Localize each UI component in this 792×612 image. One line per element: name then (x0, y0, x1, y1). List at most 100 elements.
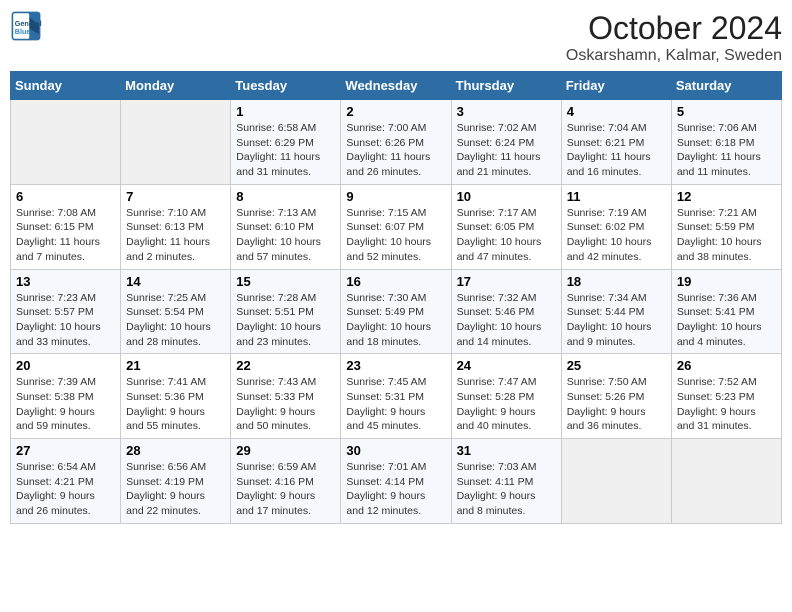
calendar-cell (121, 100, 231, 185)
day-number: 2 (346, 104, 445, 119)
calendar-cell: 20Sunrise: 7:39 AMSunset: 5:38 PMDayligh… (11, 354, 121, 439)
day-number: 16 (346, 274, 445, 289)
calendar-cell: 25 Sunrise: 7:50 AMSunset: 5:26 PMDayligh… (561, 354, 671, 439)
day-info: Sunrise: 7:19 AMSunset: 6:02 PMDaylight:… (567, 206, 666, 265)
day-number: 27 (16, 443, 115, 458)
day-info: Sunrise: 7:03 AMSunset: 4:11 PMDaylight:… (457, 460, 556, 519)
calendar-cell: 24 Sunrise: 7:47 AMSunset: 5:28 PMDayligh… (451, 354, 561, 439)
day-number: 25 (567, 358, 666, 373)
day-number: 20 (16, 358, 115, 373)
calendar-cell: 9 Sunrise: 7:15 AMSunset: 6:07 PMDaylight… (341, 184, 451, 269)
day-info: Sunrise: 7:47 AMSunset: 5:28 PMDaylight:… (457, 375, 556, 434)
day-info: Sunrise: 7:15 AMSunset: 6:07 PMDaylight:… (346, 206, 445, 265)
day-number: 14 (126, 274, 225, 289)
calendar-cell: 29Sunrise: 6:59 AMSunset: 4:16 PMDayligh… (231, 439, 341, 524)
page-header: General Blue October 2024 Oskarshamn, Ka… (10, 10, 782, 65)
day-info: Sunrise: 6:54 AMSunset: 4:21 PMDaylight:… (16, 460, 115, 519)
calendar-cell: 23 Sunrise: 7:45 AMSunset: 5:31 PMDayligh… (341, 354, 451, 439)
day-number: 12 (677, 189, 776, 204)
weekday-header-friday: Friday (561, 72, 671, 100)
day-info: Sunrise: 7:02 AMSunset: 6:24 PMDaylight:… (457, 121, 556, 180)
day-info: Sunrise: 7:23 AMSunset: 5:57 PMDaylight:… (16, 291, 115, 350)
calendar-cell: 1 Sunrise: 6:58 AMSunset: 6:29 PMDaylight… (231, 100, 341, 185)
calendar-cell: 10Sunrise: 7:17 AMSunset: 6:05 PMDayligh… (451, 184, 561, 269)
day-number: 21 (126, 358, 225, 373)
day-info: Sunrise: 7:08 AMSunset: 6:15 PMDaylight:… (16, 206, 115, 265)
calendar-week-2: 6 Sunrise: 7:08 AMSunset: 6:15 PMDaylight… (11, 184, 782, 269)
day-number: 9 (346, 189, 445, 204)
weekday-header-saturday: Saturday (671, 72, 781, 100)
calendar-cell: 30 Sunrise: 7:01 AMSunset: 4:14 PMDayligh… (341, 439, 451, 524)
calendar-cell: 16 Sunrise: 7:30 AMSunset: 5:49 PMDayligh… (341, 269, 451, 354)
day-info: Sunrise: 7:25 AMSunset: 5:54 PMDaylight:… (126, 291, 225, 350)
calendar-cell: 13 Sunrise: 7:23 AMSunset: 5:57 PMDayligh… (11, 269, 121, 354)
calendar-cell: 27 Sunrise: 6:54 AMSunset: 4:21 PMDayligh… (11, 439, 121, 524)
day-info: Sunrise: 6:58 AMSunset: 6:29 PMDaylight:… (236, 121, 335, 180)
month-year-title: October 2024 (566, 10, 782, 47)
day-info: Sunrise: 7:21 AMSunset: 5:59 PMDaylight:… (677, 206, 776, 265)
calendar-table: SundayMondayTuesdayWednesdayThursdayFrid… (10, 71, 782, 524)
calendar-cell: 19 Sunrise: 7:36 AMSunset: 5:41 PMDayligh… (671, 269, 781, 354)
calendar-cell: 14 Sunrise: 7:25 AMSunset: 5:54 PMDayligh… (121, 269, 231, 354)
calendar-cell: 26 Sunrise: 7:52 AMSunset: 5:23 PMDayligh… (671, 354, 781, 439)
day-info: Sunrise: 7:06 AMSunset: 6:18 PMDaylight:… (677, 121, 776, 180)
calendar-week-3: 13 Sunrise: 7:23 AMSunset: 5:57 PMDayligh… (11, 269, 782, 354)
logo-icon: General Blue (10, 10, 42, 42)
day-info: Sunrise: 7:36 AMSunset: 5:41 PMDaylight:… (677, 291, 776, 350)
calendar-cell: 2Sunrise: 7:00 AMSunset: 6:26 PMDaylight… (341, 100, 451, 185)
calendar-cell: 31 Sunrise: 7:03 AMSunset: 4:11 PMDayligh… (451, 439, 561, 524)
calendar-cell: 7Sunrise: 7:10 AMSunset: 6:13 PMDaylight… (121, 184, 231, 269)
day-number: 11 (567, 189, 666, 204)
calendar-cell: 17Sunrise: 7:32 AMSunset: 5:46 PMDayligh… (451, 269, 561, 354)
day-info: Sunrise: 7:17 AMSunset: 6:05 PMDaylight:… (457, 206, 556, 265)
calendar-cell: 18Sunrise: 7:34 AMSunset: 5:44 PMDayligh… (561, 269, 671, 354)
day-info: Sunrise: 7:41 AMSunset: 5:36 PMDaylight:… (126, 375, 225, 434)
day-number: 30 (346, 443, 445, 458)
day-info: Sunrise: 7:28 AMSunset: 5:51 PMDaylight:… (236, 291, 335, 350)
day-info: Sunrise: 7:43 AMSunset: 5:33 PMDaylight:… (236, 375, 335, 434)
day-number: 18 (567, 274, 666, 289)
day-number: 19 (677, 274, 776, 289)
weekday-header-row: SundayMondayTuesdayWednesdayThursdayFrid… (11, 72, 782, 100)
weekday-header-sunday: Sunday (11, 72, 121, 100)
weekday-header-tuesday: Tuesday (231, 72, 341, 100)
logo: General Blue (10, 10, 42, 42)
day-number: 23 (346, 358, 445, 373)
weekday-header-wednesday: Wednesday (341, 72, 451, 100)
calendar-week-5: 27 Sunrise: 6:54 AMSunset: 4:21 PMDayligh… (11, 439, 782, 524)
day-number: 4 (567, 104, 666, 119)
day-number: 24 (457, 358, 556, 373)
calendar-cell: 11 Sunrise: 7:19 AMSunset: 6:02 PMDayligh… (561, 184, 671, 269)
day-number: 7 (126, 189, 225, 204)
day-info: Sunrise: 7:50 AMSunset: 5:26 PMDaylight:… (567, 375, 666, 434)
day-number: 13 (16, 274, 115, 289)
calendar-cell: 12 Sunrise: 7:21 AMSunset: 5:59 PMDayligh… (671, 184, 781, 269)
day-number: 29 (236, 443, 335, 458)
title-block: October 2024 Oskarshamn, Kalmar, Sweden (566, 10, 782, 65)
day-info: Sunrise: 7:13 AMSunset: 6:10 PMDaylight:… (236, 206, 335, 265)
day-info: Sunrise: 7:01 AMSunset: 4:14 PMDaylight:… (346, 460, 445, 519)
day-number: 5 (677, 104, 776, 119)
day-info: Sunrise: 7:45 AMSunset: 5:31 PMDaylight:… (346, 375, 445, 434)
calendar-cell: 4 Sunrise: 7:04 AMSunset: 6:21 PMDaylight… (561, 100, 671, 185)
calendar-cell (561, 439, 671, 524)
calendar-cell (671, 439, 781, 524)
day-number: 1 (236, 104, 335, 119)
day-number: 22 (236, 358, 335, 373)
calendar-week-4: 20Sunrise: 7:39 AMSunset: 5:38 PMDayligh… (11, 354, 782, 439)
calendar-cell: 5 Sunrise: 7:06 AMSunset: 6:18 PMDaylight… (671, 100, 781, 185)
day-info: Sunrise: 7:52 AMSunset: 5:23 PMDaylight:… (677, 375, 776, 434)
day-number: 15 (236, 274, 335, 289)
day-number: 8 (236, 189, 335, 204)
calendar-cell: 22 Sunrise: 7:43 AMSunset: 5:33 PMDayligh… (231, 354, 341, 439)
calendar-cell: 6 Sunrise: 7:08 AMSunset: 6:15 PMDaylight… (11, 184, 121, 269)
day-info: Sunrise: 7:04 AMSunset: 6:21 PMDaylight:… (567, 121, 666, 180)
day-info: Sunrise: 6:56 AMSunset: 4:19 PMDaylight:… (126, 460, 225, 519)
day-number: 31 (457, 443, 556, 458)
day-number: 6 (16, 189, 115, 204)
day-info: Sunrise: 7:30 AMSunset: 5:49 PMDaylight:… (346, 291, 445, 350)
calendar-cell: 28Sunrise: 6:56 AMSunset: 4:19 PMDayligh… (121, 439, 231, 524)
calendar-week-1: 1 Sunrise: 6:58 AMSunset: 6:29 PMDaylight… (11, 100, 782, 185)
day-number: 3 (457, 104, 556, 119)
day-number: 26 (677, 358, 776, 373)
